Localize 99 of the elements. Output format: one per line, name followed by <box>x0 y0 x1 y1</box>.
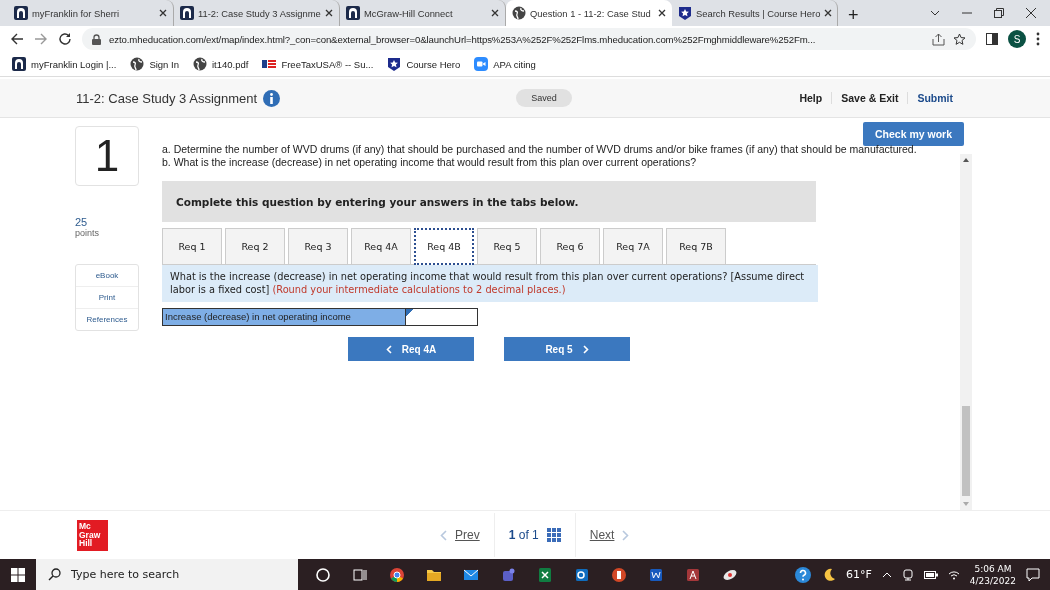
side-panel-icon[interactable] <box>986 33 998 45</box>
notification-icon[interactable] <box>1026 567 1040 582</box>
arch-icon <box>14 6 28 20</box>
requirement-tab[interactable]: Req 4B <box>414 228 474 265</box>
requirement-tab[interactable]: Req 7A <box>603 228 663 264</box>
check-work-button[interactable]: Check my work <box>862 122 964 146</box>
down-arrow-icon <box>963 502 969 506</box>
bookmark[interactable]: Sign In <box>130 57 179 71</box>
chevron-left-icon <box>385 344 392 354</box>
close-icon[interactable] <box>159 9 167 17</box>
chrome-icon[interactable] <box>388 566 405 583</box>
chevron-right-icon <box>622 529 630 541</box>
points-label: points <box>75 228 101 238</box>
restore-icon[interactable] <box>994 8 1004 18</box>
resource-link[interactable]: eBook <box>76 265 138 286</box>
chevron-up-icon[interactable] <box>881 571 892 578</box>
requirement-tab[interactable]: Req 2 <box>225 228 285 264</box>
bookmark[interactable]: Course Hero <box>387 57 461 71</box>
forward-arrow-icon[interactable] <box>34 32 48 46</box>
previous-link[interactable]: Prev <box>426 513 494 557</box>
close-icon[interactable] <box>1026 8 1036 18</box>
points-value: 25 <box>75 216 89 228</box>
document-icon[interactable] <box>647 566 664 583</box>
instructions-banner: Complete this question by entering your answers in the tabs below. <box>162 181 816 222</box>
arch-icon <box>346 6 360 20</box>
chevron-left-icon <box>440 529 447 541</box>
camera-icon[interactable] <box>901 568 914 581</box>
close-icon[interactable] <box>658 9 666 17</box>
wifi-icon[interactable] <box>947 569 960 580</box>
profile-avatar[interactable]: S <box>1008 30 1026 48</box>
scrollbar[interactable] <box>960 154 972 510</box>
assignment-title: 11-2: Case Study 3 Assignment <box>76 90 258 106</box>
info-icon[interactable] <box>263 89 281 107</box>
header-link[interactable]: Help <box>790 92 832 104</box>
bookmark[interactable]: APA citing <box>474 57 536 71</box>
taskbar-clock[interactable]: 5:06 AM 4/23/2022 <box>969 562 1016 587</box>
up-arrow-icon <box>963 158 969 162</box>
question-text: b. What is the increase (decrease) in net operating income that would result from this plan over current operations? <box>162 156 698 169</box>
task-view-icon[interactable] <box>351 566 368 583</box>
battery-icon[interactable] <box>923 569 938 580</box>
resource-link[interactable]: References <box>76 308 138 330</box>
requirement-tab[interactable]: Req 3 <box>288 228 348 264</box>
grid-icon[interactable] <box>546 528 561 542</box>
scroll-thumb[interactable] <box>962 406 970 496</box>
globe-icon <box>130 57 145 71</box>
address-bar[interactable]: ezto.mheducation.com/ext/map/index.html?_con=con&external_browser=0&launchUrl=https%253A%252F%252Flms.mheducation.com%252Fmghmiddleware%252Fm... <box>82 28 976 50</box>
spreadsheet-icon[interactable] <box>536 566 553 583</box>
globe-icon <box>512 6 526 20</box>
database-icon[interactable] <box>684 566 701 583</box>
new-tab-button[interactable]: + <box>838 5 869 26</box>
close-icon[interactable] <box>325 9 333 17</box>
star-shield-icon <box>678 6 692 20</box>
search-icon <box>48 568 61 581</box>
requirement-tab[interactable]: Req 5 <box>477 228 537 264</box>
arch-icon <box>180 6 194 20</box>
requirement-tab[interactable]: Req 1 <box>162 228 222 264</box>
star-shield-icon <box>387 57 402 71</box>
bookmark[interactable]: FreeTaxUSA® -- Su... <box>262 57 374 71</box>
previous-requirement-button[interactable]: Req 4A <box>348 337 474 361</box>
globe-icon <box>192 57 207 71</box>
saved-status: Saved <box>516 89 572 107</box>
resource-link[interactable]: Print <box>76 286 138 308</box>
requirement-tab[interactable]: Req 4A <box>351 228 411 264</box>
header-link[interactable]: Save & Exit <box>831 92 908 104</box>
share-icon[interactable] <box>932 32 945 46</box>
url-text: ezto.mheducation.com/ext/map/index.html?_con=con&external_browser=0&launchUrl=https%253A%252F%252Flms.mheducation.com%252Fmghmiddleware%252Fm... <box>109 33 817 45</box>
next-link[interactable]: Next <box>574 513 644 557</box>
circle-icon[interactable] <box>314 566 331 583</box>
requirement-tab[interactable]: Req 6 <box>540 228 600 264</box>
close-icon[interactable] <box>824 9 833 17</box>
page-indicator: 1 of 1 <box>508 528 539 542</box>
video-camera-icon <box>474 57 489 71</box>
question-prompt: What is the increase (decrease) in net operating income that would result from this plan over current operations? [Assume direct labor is a fixed cost] (Round your intermediate calculations to 2 decimal places.) <box>162 265 818 302</box>
back-arrow-icon[interactable] <box>10 32 24 46</box>
star-icon[interactable] <box>953 32 966 46</box>
windows-logo-icon[interactable] <box>11 567 25 582</box>
taskbar-search-field[interactable]: Type here to search <box>36 559 298 590</box>
help-icon[interactable] <box>794 565 812 584</box>
slides-icon[interactable] <box>610 566 627 583</box>
next-requirement-button[interactable]: Req 5 <box>504 337 630 361</box>
reload-icon[interactable] <box>58 32 72 46</box>
flag-icon <box>262 57 277 71</box>
bookmark[interactable]: it140.pdf <box>192 57 249 71</box>
question-text: a. Determine the number of WVD drums (if any) that should be purchased and the number of WVD drums and/or bike frames (if any) that should be manufactured. <box>162 143 918 156</box>
bookmark[interactable]: myFranklin Login |... <box>12 57 117 71</box>
close-icon[interactable] <box>491 9 499 17</box>
more-icon[interactable] <box>1036 32 1040 46</box>
moon-icon[interactable] <box>822 567 836 582</box>
arch-icon <box>12 57 26 71</box>
chevron-right-icon <box>582 344 589 354</box>
lock-icon <box>92 33 101 45</box>
weather-temperature[interactable]: 61°F <box>846 568 872 581</box>
chevron-down-icon[interactable] <box>930 8 940 18</box>
browser-tab[interactable]: Question 1 - 11-2: Case Stud <box>506 0 672 26</box>
publisher-logo: Mc Graw Hill <box>77 519 108 551</box>
header-link[interactable]: Submit <box>907 92 962 104</box>
question-number: 1 <box>75 126 139 186</box>
mail-app-icon[interactable] <box>573 566 590 583</box>
requirement-tab[interactable]: Req 7B <box>666 228 726 264</box>
